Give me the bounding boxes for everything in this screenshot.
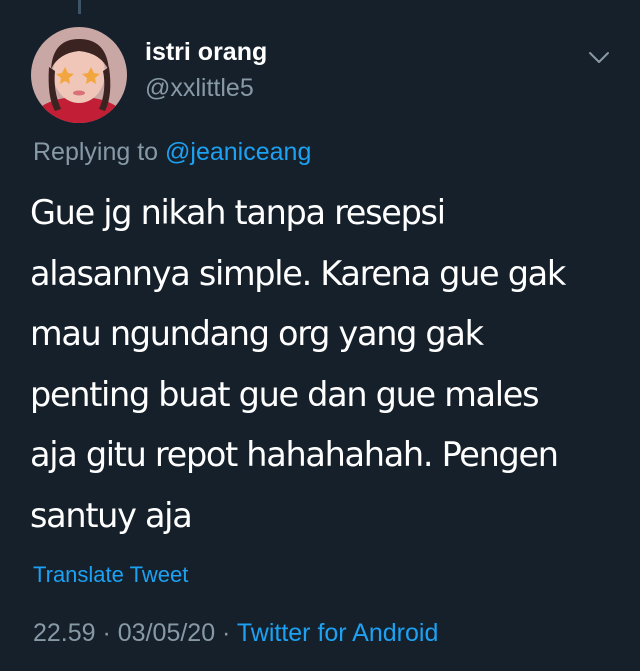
translate-tweet-link[interactable]: Translate Tweet (33, 562, 188, 588)
tweet-date: 03/05/20 (117, 619, 216, 647)
avatar-photo (31, 27, 127, 123)
tweet-metadata: 22.59 · 03/05/20 · Twitter for Android (33, 619, 438, 648)
tweet-text: Gue jg nikah tanpa resepsi alasannya sim… (30, 183, 620, 547)
tweet-text-line: santuy aja (30, 495, 193, 535)
avatar[interactable] (31, 27, 127, 123)
replying-to-line: Replying to @jeaniceang (33, 138, 311, 167)
chevron-down-icon[interactable] (586, 44, 612, 70)
meta-separator: · (95, 619, 118, 647)
replying-to-label: Replying to (33, 138, 166, 166)
tweet-text-line: Gue jg nikah tanpa resepsi (30, 193, 446, 232)
tweet-time: 22.59 (33, 619, 96, 647)
tweet-text-line: alasannya simple. Karena gue gak (30, 253, 566, 293)
meta-separator: · (215, 619, 237, 647)
tweet-text-line: mau ngundang org yang gak (30, 314, 484, 354)
tweet-text-line: penting buat gue dan gue males (30, 374, 540, 414)
thread-connector-line (78, 0, 81, 14)
tweet-source-link[interactable]: Twitter for Android (237, 619, 438, 647)
author-display-name[interactable]: istri orang (145, 38, 267, 67)
replying-to-mention-link[interactable]: @jeaniceang (165, 138, 311, 166)
author-handle[interactable]: @xxlittle5 (145, 74, 254, 103)
tweet-text-line: aja gitu repot hahahahah. Pengen (30, 435, 559, 475)
